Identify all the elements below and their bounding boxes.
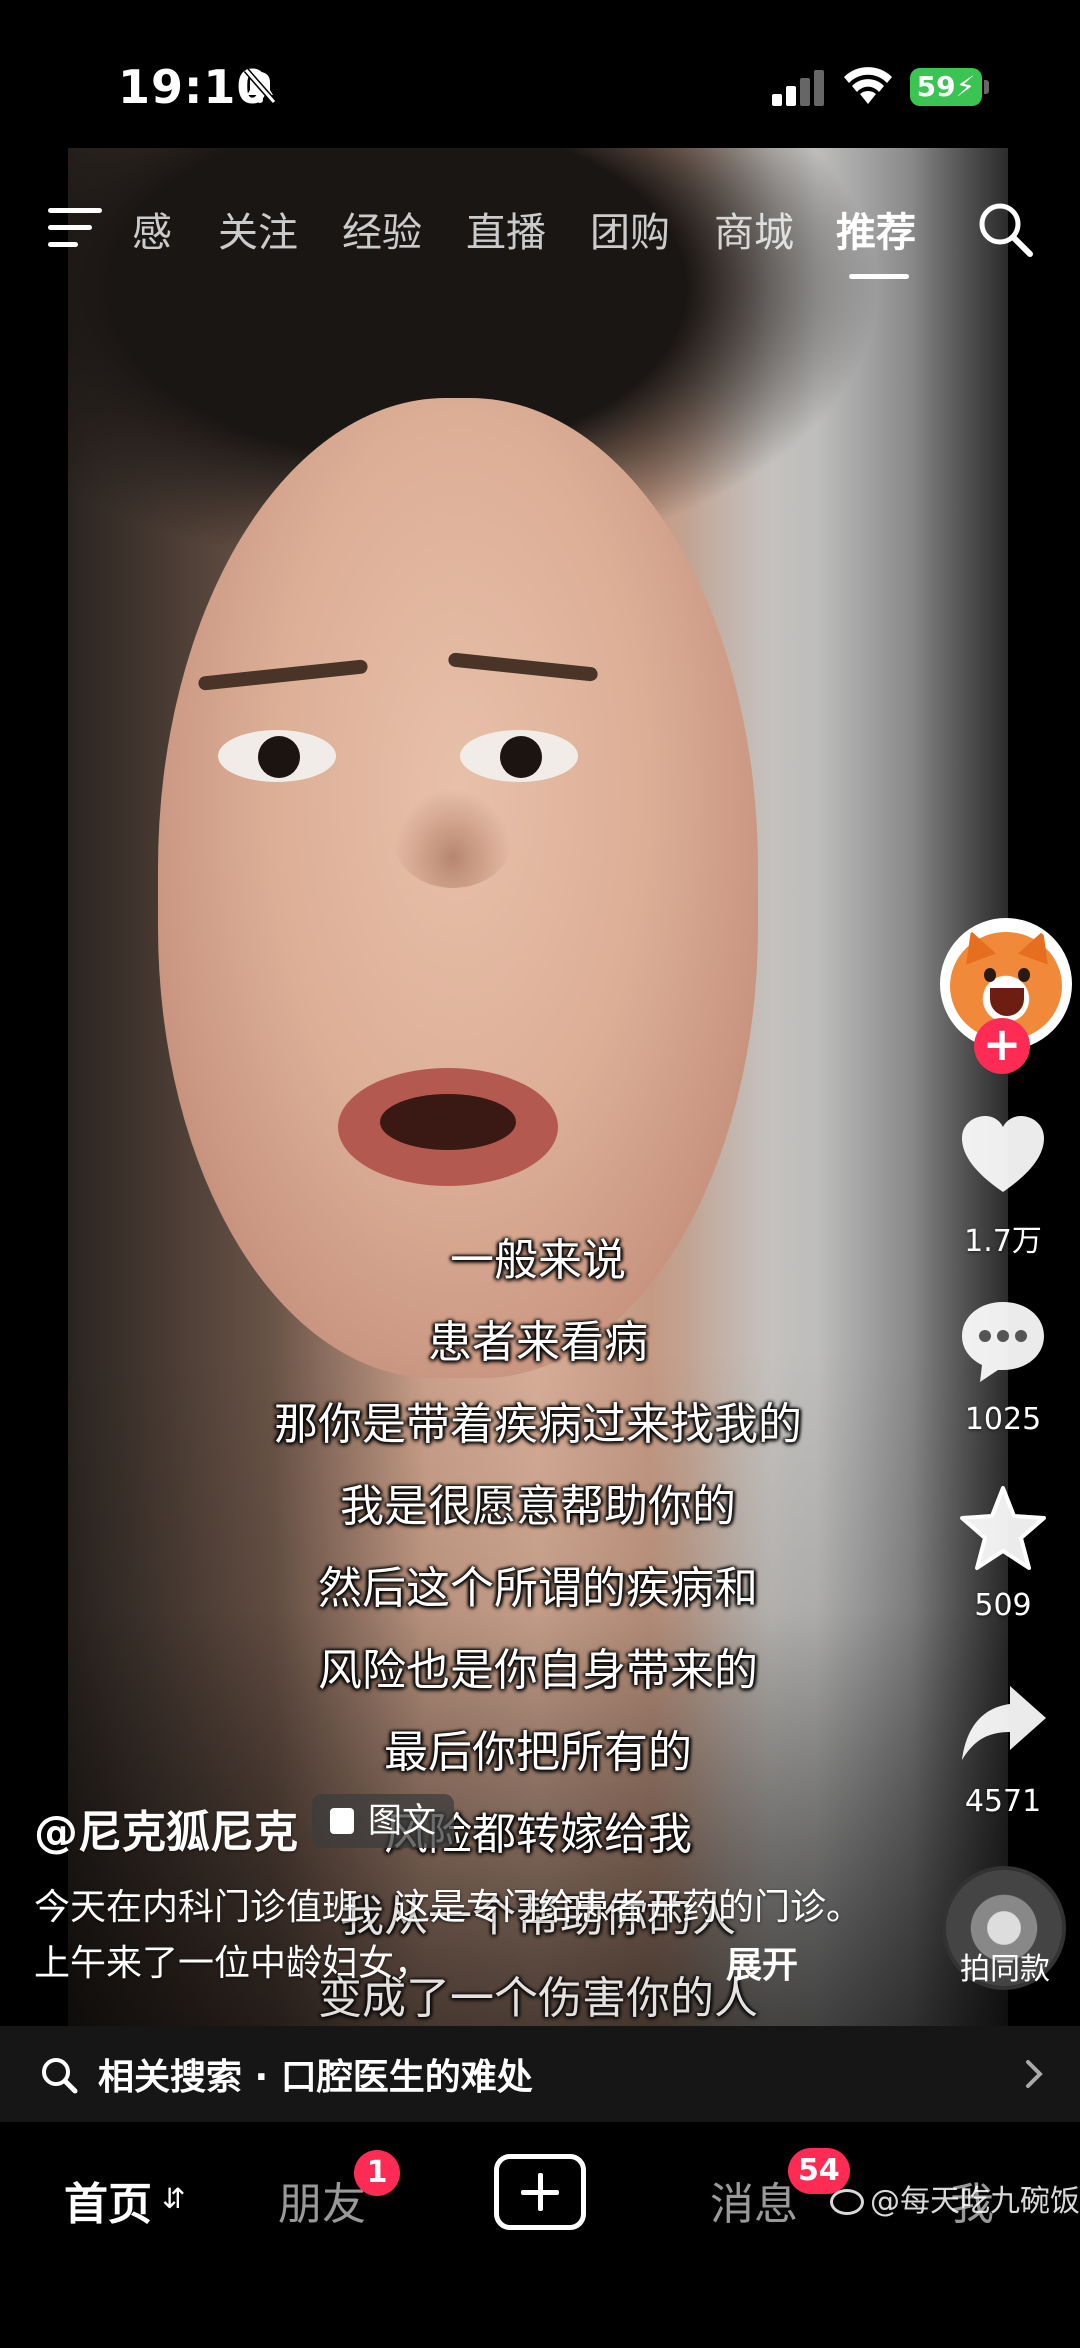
subtitle-line: 一般来说	[450, 1235, 626, 1286]
comment-count: 1025	[964, 1402, 1042, 1437]
friends-badge: 1	[354, 2150, 400, 2196]
nav-home[interactable]: 首页	[64, 2168, 152, 2232]
tab-mall[interactable]: 商城	[714, 200, 794, 258]
expand-link[interactable]: 展开	[726, 1936, 798, 1988]
author-name[interactable]: @尼克狐尼克	[34, 1796, 298, 1860]
search-icon	[42, 2058, 78, 2094]
weibo-icon	[830, 2189, 864, 2215]
swap-icon[interactable]: ⇵	[162, 2182, 185, 2215]
related-search-label: 相关搜索 · 口腔医生的难处	[98, 2057, 533, 2098]
same-style-label[interactable]: 拍同款	[940, 1944, 1070, 1988]
tab-following[interactable]: 关注	[218, 200, 298, 258]
share-arrow-icon[interactable]	[958, 1678, 1048, 1768]
nose	[393, 788, 513, 888]
right-eye	[460, 730, 578, 782]
nav-messages[interactable]: 消息	[710, 2168, 798, 2232]
mouth	[338, 1068, 558, 1186]
follow-button[interactable]: +	[974, 1018, 1030, 1074]
top-tab-bar: 感 关注 经验 直播 团购 商城 推荐	[0, 196, 1080, 279]
tab-experience[interactable]: 经验	[342, 200, 422, 258]
subtitle-line: 最后你把所有的	[384, 1727, 692, 1778]
subtitle-line: 然后这个所谓的疾病和	[318, 1563, 758, 1614]
subtitle-line: 患者来看病	[428, 1317, 648, 1368]
watermark-text: @每天吃九碗饭	[870, 2184, 1080, 2219]
document-icon	[330, 1808, 354, 1834]
subtitle-line: 我是很愿意帮助你的	[340, 1481, 736, 1532]
like-count: 1.7万	[964, 1224, 1042, 1259]
favorite-star-icon[interactable]	[958, 1484, 1048, 1574]
watermark: @每天吃九碗饭	[830, 2176, 1080, 2220]
tab-group-buy[interactable]: 团购	[590, 200, 670, 258]
fox-eye	[984, 968, 996, 982]
battery-tip	[984, 80, 989, 94]
create-post-button[interactable]	[494, 2154, 586, 2230]
battery-indicator: 59⚡	[910, 68, 982, 106]
chevron-right-icon	[1026, 2060, 1043, 2088]
tab-live[interactable]: 直播	[466, 200, 546, 258]
menu-icon[interactable]	[48, 206, 102, 250]
share-count: 4571	[964, 1784, 1042, 1819]
favorite-count: 509	[974, 1588, 1032, 1623]
fox-eye	[1018, 968, 1030, 982]
subtitle-line: 风险也是你自身带来的	[318, 1645, 758, 1696]
active-tab-indicator	[849, 274, 909, 279]
comment-icon[interactable]	[958, 1296, 1048, 1386]
like-heart-icon[interactable]	[958, 1112, 1048, 1202]
search-icon[interactable]	[976, 200, 1034, 258]
cellular-signal-icon	[772, 68, 828, 106]
left-eye	[218, 730, 336, 782]
related-search-bar[interactable]: 相关搜索 · 口腔医生的难处	[0, 2026, 1080, 2122]
bell-muted-icon	[243, 68, 277, 104]
tab-recommended[interactable]: 推荐	[836, 200, 916, 258]
post-type-label: 图文	[368, 1801, 436, 1841]
post-type-badge[interactable]: 图文	[312, 1794, 454, 1848]
tab-partial[interactable]: 感	[132, 200, 172, 258]
bottom-nav: 首页 ⇵ 朋友 1 消息 54 我	[0, 2122, 1080, 2348]
subtitle-line: 那你是带着疾病过来找我的	[274, 1399, 802, 1450]
nav-friends[interactable]: 朋友	[278, 2168, 366, 2232]
wifi-icon	[844, 67, 892, 104]
status-bar: 19:10 59⚡	[0, 0, 1080, 150]
